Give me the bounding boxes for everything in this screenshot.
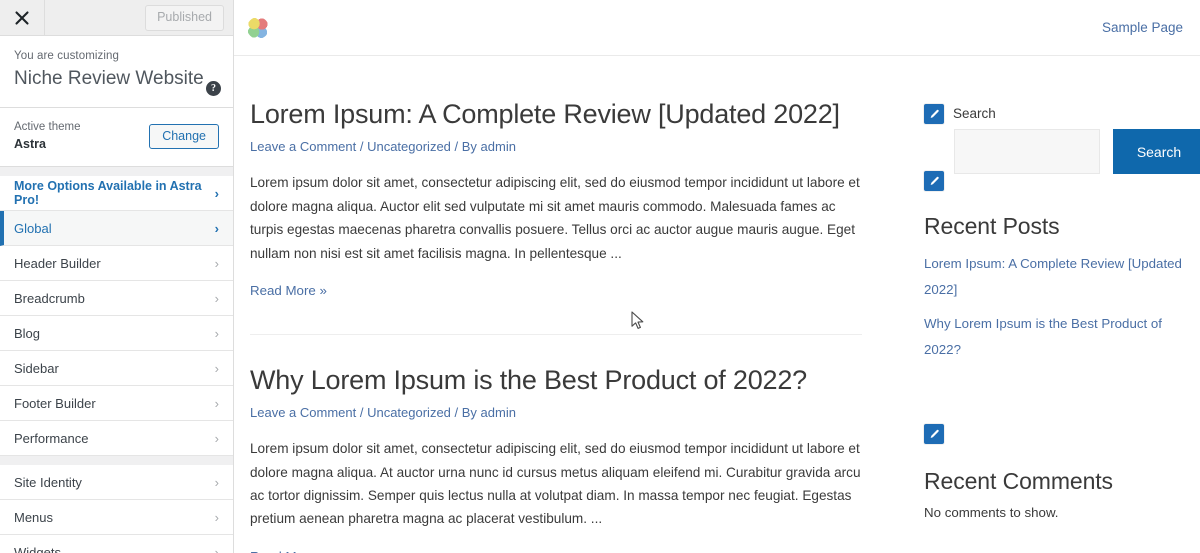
- chevron-right-icon: ›: [214, 290, 219, 306]
- site-header: Sample Page: [234, 0, 1200, 56]
- recent-posts-list: Lorem Ipsum: A Complete Review [Updated …: [924, 251, 1199, 364]
- recent-post-item: Lorem Ipsum: A Complete Review [Updated …: [924, 251, 1199, 303]
- active-theme-label: Active theme: [14, 120, 81, 133]
- customizer-panel-global[interactable]: Global ›: [0, 211, 233, 247]
- recent-posts-title: Recent Posts: [924, 213, 1060, 239]
- chevron-right-icon: ›: [214, 220, 219, 236]
- recent-post-item: Why Lorem Ipsum is the Best Product of 2…: [924, 311, 1199, 363]
- chevron-right-icon: ›: [214, 185, 219, 201]
- customizer-panel-performance[interactable]: Performance ›: [0, 421, 233, 457]
- site-body: Lorem Ipsum: A Complete Review [Updated …: [234, 56, 1200, 553]
- customizer-panel-menus[interactable]: Menus ›: [0, 500, 233, 536]
- pencil-edit-icon[interactable]: [924, 171, 944, 191]
- post-author-link[interactable]: By admin: [462, 405, 516, 420]
- panel-label: Breadcrumb: [14, 290, 85, 306]
- site-logo-icon[interactable]: [247, 16, 269, 39]
- recent-post-link[interactable]: Lorem Ipsum: A Complete Review [Updated …: [924, 256, 1182, 297]
- no-comments-text: No comments to show.: [924, 504, 1059, 520]
- chevron-right-icon: ›: [214, 544, 219, 553]
- close-x-icon[interactable]: [0, 0, 45, 35]
- chevron-right-icon: ›: [214, 430, 219, 446]
- customizer-panel-more-options-available-in-astra-pro[interactable]: More Options Available in Astra Pro! ›: [0, 176, 233, 212]
- read-more-link[interactable]: Read More »: [250, 549, 327, 553]
- panel-label: Sidebar: [14, 360, 59, 376]
- customizer-panel-blog[interactable]: Blog ›: [0, 316, 233, 352]
- customizer-panel-widgets[interactable]: Widgets ›: [0, 535, 233, 553]
- post-comment-link[interactable]: Leave a Comment: [250, 405, 356, 420]
- active-theme-text: Active theme Astra: [14, 120, 80, 153]
- customizer-panel-footer-builder[interactable]: Footer Builder ›: [0, 386, 233, 422]
- post-list: Lorem Ipsum: A Complete Review [Updated …: [234, 56, 924, 553]
- customizer-panel-breadcrumb[interactable]: Breadcrumb ›: [0, 281, 233, 317]
- panel-label: Blog: [14, 325, 41, 341]
- customizer-sidebar: Published You are customizing Niche Revi…: [0, 0, 234, 553]
- customizer-topbar: Published: [0, 0, 233, 36]
- panel-label: Performance: [14, 430, 89, 446]
- panel-label: More Options Available in Astra Pro!: [14, 179, 202, 208]
- read-more-link[interactable]: Read More »: [250, 283, 327, 298]
- post-category-link[interactable]: Uncategorized: [367, 405, 451, 420]
- chevron-right-icon: ›: [214, 325, 219, 341]
- customizer-panel-list: More Options Available in Astra Pro! › Glo…: [0, 176, 233, 553]
- publish-button[interactable]: Published: [145, 4, 224, 31]
- meta-sep: /: [450, 139, 462, 155]
- search-widget-label: Search: [953, 106, 996, 121]
- recent-comments-title: Recent Comments: [924, 468, 1113, 495]
- chevron-right-icon: ›: [214, 395, 219, 411]
- post-meta: Leave a Comment / Uncategorized / By adm…: [250, 139, 872, 154]
- chevron-right-icon: ›: [214, 255, 219, 271]
- recent-comments-widget: Recent Comments No comments to show.: [924, 372, 1199, 520]
- pencil-edit-icon[interactable]: [924, 424, 944, 445]
- post-meta: Leave a Comment / Uncategorized / By adm…: [250, 405, 872, 420]
- panel-label: Global: [14, 220, 52, 236]
- post-category-link[interactable]: Uncategorized: [367, 139, 451, 154]
- post-divider: [250, 333, 862, 335]
- meta-sep: /: [450, 405, 462, 421]
- widget-sidebar: Search Search Recent Posts Lorem Ipsum: …: [924, 56, 1200, 520]
- search-widget: Search: [924, 56, 1199, 124]
- site-primary-nav: Sample Page: [1102, 19, 1183, 37]
- customizing-info: You are customizing Niche Review Website…: [0, 36, 233, 108]
- pencil-edit-icon[interactable]: [924, 104, 944, 124]
- chevron-right-icon: ›: [214, 360, 219, 376]
- active-theme-name: Astra: [14, 137, 46, 152]
- panel-group-divider: [0, 167, 233, 177]
- post-title[interactable]: Why Lorem Ipsum is the Best Product of 2…: [250, 364, 872, 396]
- recent-post-link[interactable]: Why Lorem Ipsum is the Best Product of 2…: [924, 316, 1162, 357]
- customizer-app: Published You are customizing Niche Revi…: [0, 0, 1200, 553]
- meta-sep: /: [356, 405, 368, 421]
- panel-group-divider: [0, 456, 233, 466]
- recent-posts-widget: Recent Posts Lorem Ipsum: A Complete Rev…: [924, 124, 1199, 363]
- change-theme-button[interactable]: Change: [149, 123, 219, 149]
- panel-label: Footer Builder: [14, 395, 96, 411]
- customizing-eyebrow: You are customizing: [14, 50, 120, 62]
- customizer-panel-sidebar[interactable]: Sidebar ›: [0, 351, 233, 387]
- panel-label: Menus: [14, 509, 54, 525]
- post-excerpt: Lorem ipsum dolor sit amet, consectetur …: [250, 441, 861, 527]
- site-title: Niche Review Website: [14, 67, 204, 89]
- customizer-panel-site-identity[interactable]: Site Identity ›: [0, 465, 233, 501]
- panel-label: Site Identity: [14, 474, 82, 490]
- post-title[interactable]: Lorem Ipsum: A Complete Review [Updated …: [250, 98, 872, 130]
- post-author-link[interactable]: By admin: [462, 139, 516, 154]
- nav-item-sample-page[interactable]: Sample Page: [1102, 20, 1183, 35]
- meta-sep: /: [356, 139, 368, 155]
- chevron-right-icon: ›: [214, 474, 219, 490]
- help-question-icon[interactable]: ?: [206, 81, 221, 96]
- panel-label: Header Builder: [14, 255, 101, 271]
- chevron-right-icon: ›: [214, 509, 219, 525]
- post-card: Why Lorem Ipsum is the Best Product of 2…: [250, 364, 872, 553]
- post-card: Lorem Ipsum: A Complete Review [Updated …: [250, 98, 872, 335]
- active-theme-row: Active theme Astra Change: [0, 107, 233, 168]
- customizer-panel-header-builder[interactable]: Header Builder ›: [0, 246, 233, 282]
- post-excerpt: Lorem ipsum dolor sit amet, consectetur …: [250, 175, 860, 261]
- site-preview: Sample Page Lorem Ipsum: A Complete Revi…: [234, 0, 1200, 553]
- post-comment-link[interactable]: Leave a Comment: [250, 139, 356, 154]
- panel-label: Widgets: [14, 544, 61, 553]
